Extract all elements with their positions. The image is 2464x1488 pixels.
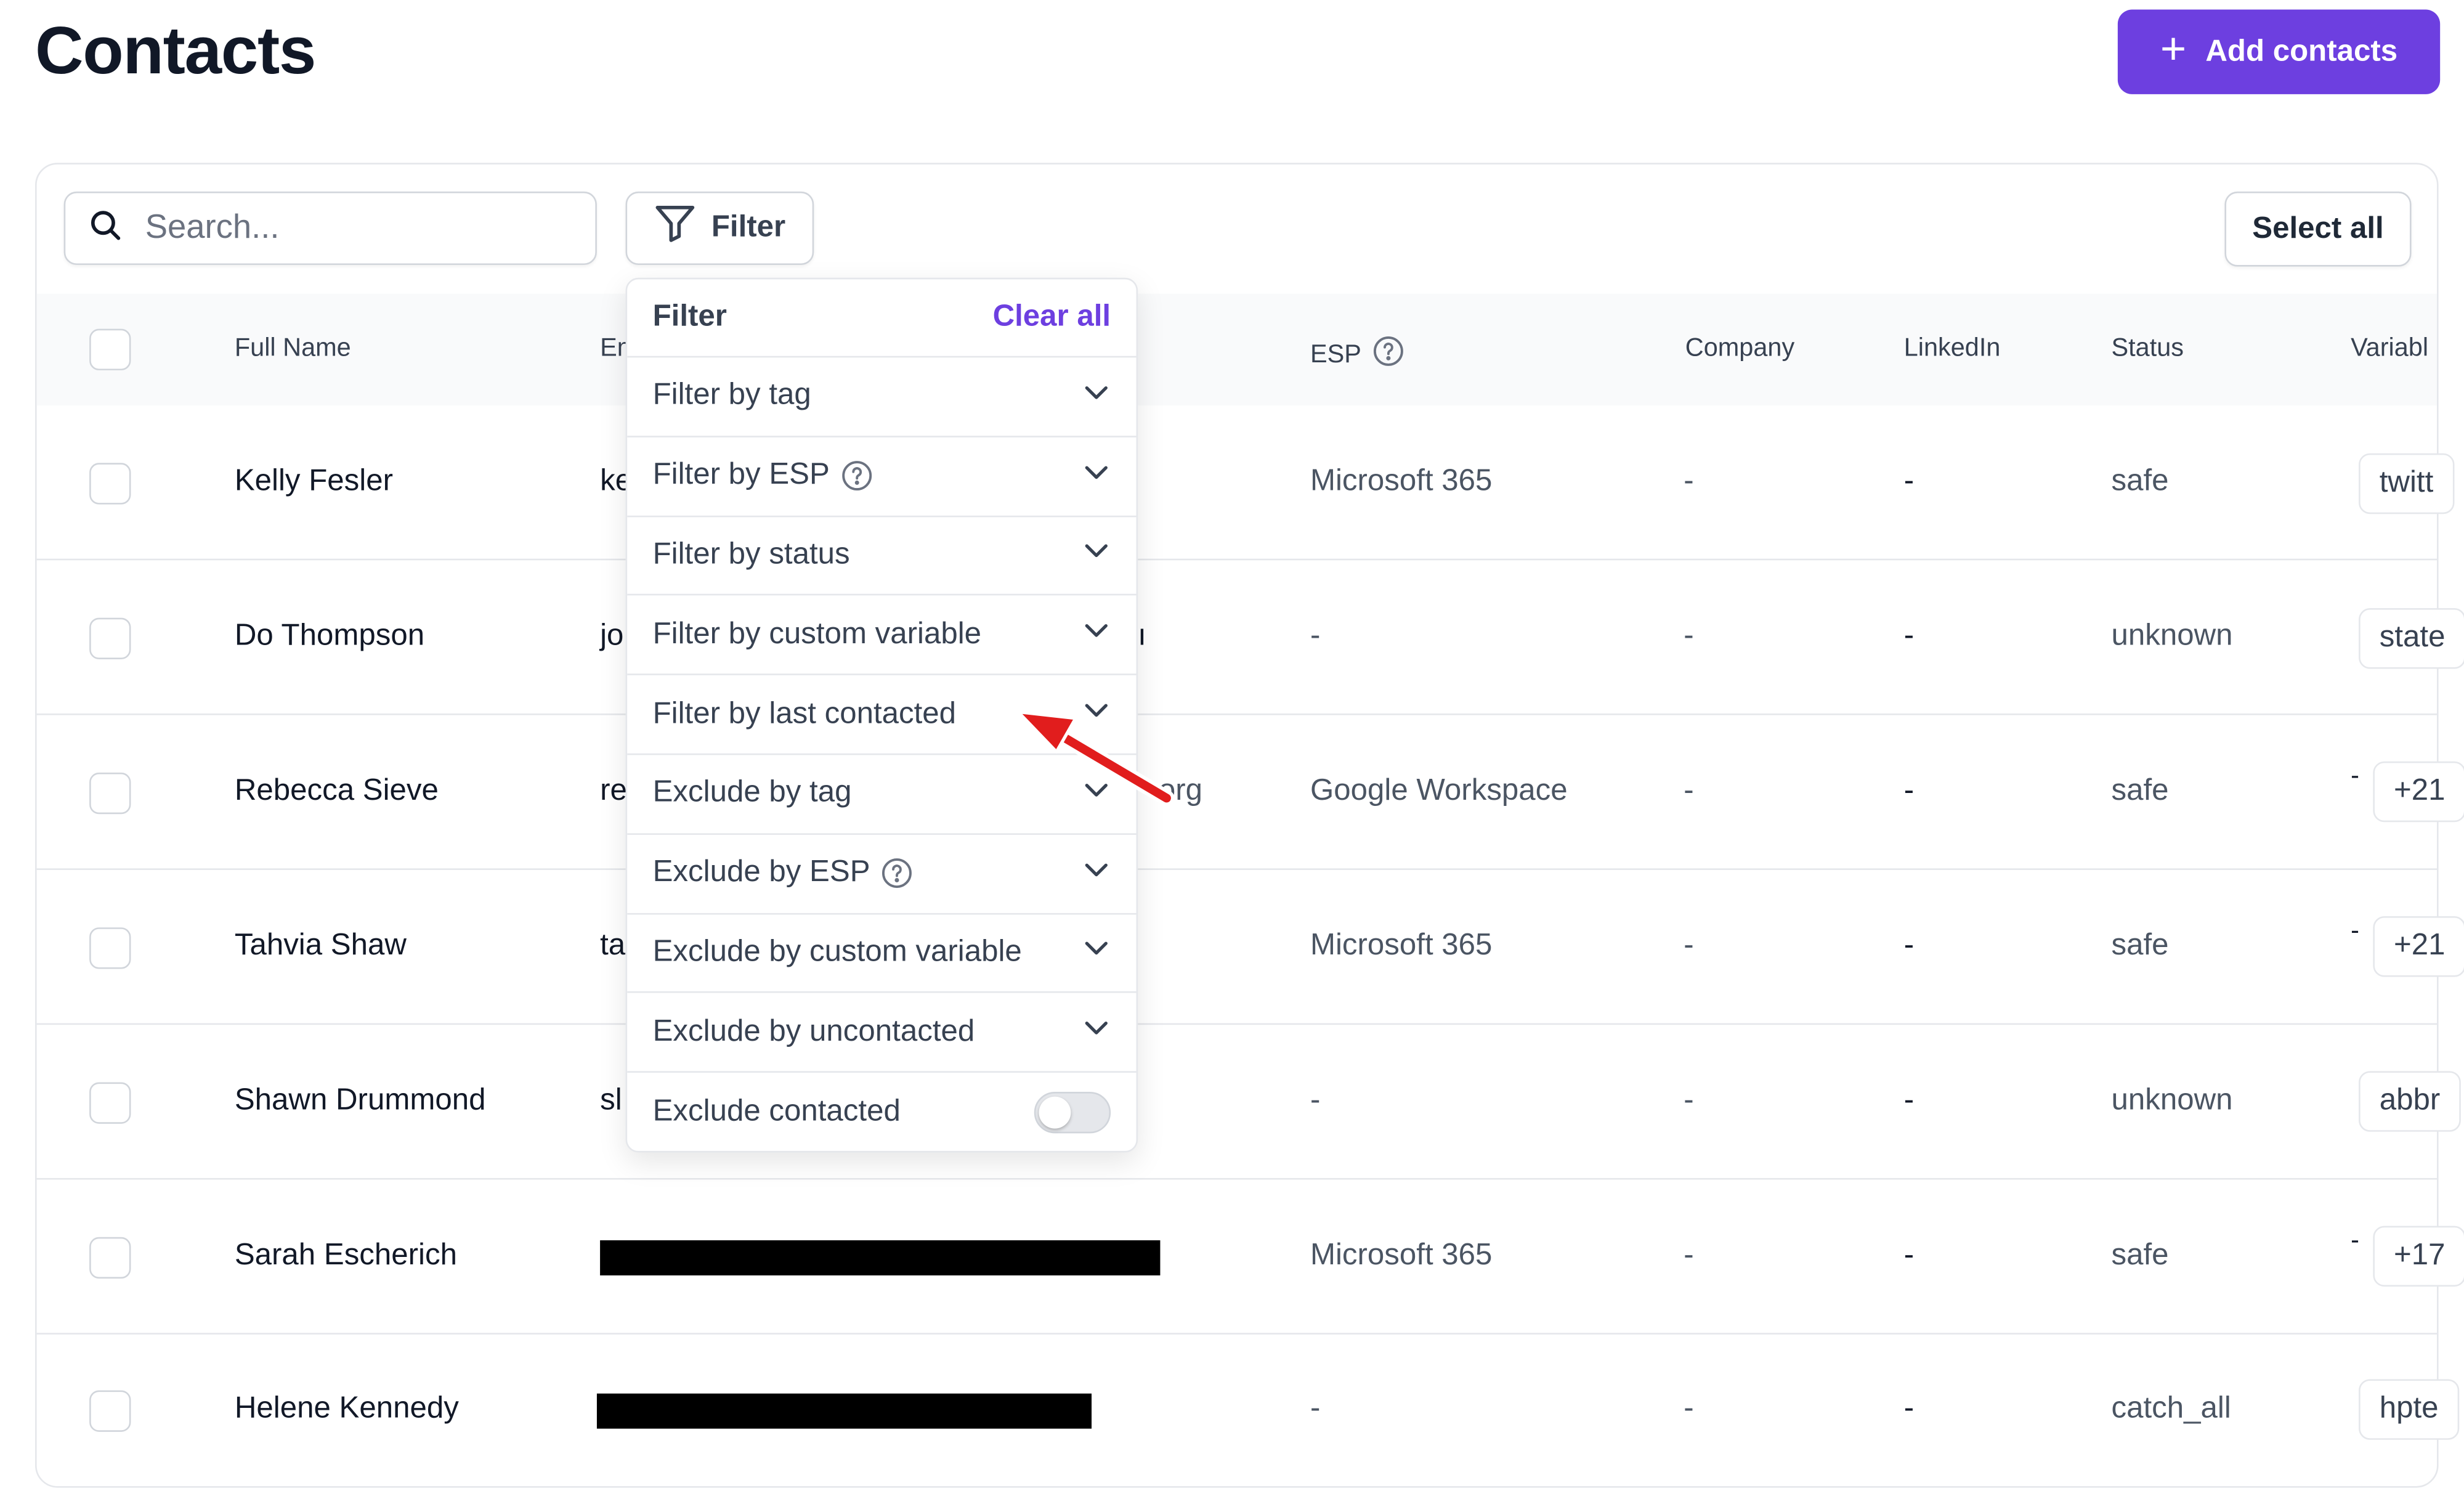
annotation-arrow-icon [1016, 710, 1175, 807]
